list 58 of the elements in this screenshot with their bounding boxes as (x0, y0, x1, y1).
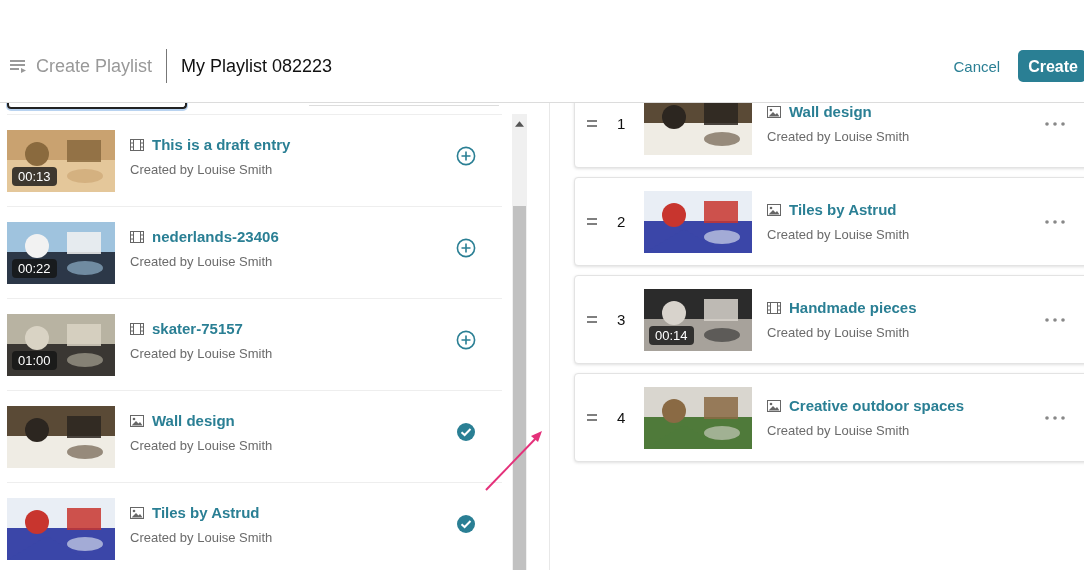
film-icon (130, 230, 144, 243)
add-icon[interactable] (456, 329, 476, 350)
position-number: 3 (617, 311, 627, 328)
entry-title[interactable]: This is a draft entry (152, 136, 291, 153)
drag-handle-icon[interactable] (587, 414, 597, 421)
entry-title[interactable]: Handmade pieces (789, 299, 917, 316)
entry-creator: Created by Louise Smith (130, 254, 274, 269)
image-icon (767, 105, 781, 118)
film-icon (767, 301, 781, 314)
image-icon (130, 414, 144, 427)
duration-badge: 01:00 (12, 350, 57, 370)
image-icon (767, 203, 781, 216)
drag-handle-icon[interactable] (587, 120, 597, 127)
entry-title[interactable]: Wall design (152, 412, 235, 429)
drag-handle-icon[interactable] (587, 218, 597, 225)
scrollbar[interactable] (512, 114, 527, 570)
film-icon (130, 138, 144, 151)
check-icon[interactable] (456, 421, 476, 442)
page-title: Create Playlist (36, 55, 153, 77)
add-icon[interactable] (456, 237, 476, 258)
duration-badge: 00:14 (649, 325, 694, 345)
position-number: 2 (617, 213, 627, 230)
entry-title[interactable]: nederlands-23406 (152, 228, 279, 245)
entry-creator: Created by Louise Smith (130, 346, 273, 361)
image-icon (767, 399, 781, 412)
entry-creator: Created by Louise Smith (767, 423, 911, 438)
entry-creator: Created by Louise Smith (767, 227, 910, 242)
entry-creator: Created by Louise Smith (130, 438, 273, 453)
entry-title[interactable]: skater-75157 (152, 320, 243, 337)
entry-creator: Created by Louise Smith (767, 325, 911, 340)
annotation-arrow (484, 428, 544, 492)
film-icon (130, 322, 144, 335)
search-field[interactable] (7, 103, 187, 109)
more-icon[interactable] (1045, 121, 1065, 126)
add-icon[interactable] (456, 145, 476, 166)
more-icon[interactable] (1045, 415, 1065, 420)
more-icon[interactable] (1045, 219, 1065, 224)
scrollbar-thumb[interactable] (513, 206, 526, 570)
image-icon (130, 506, 144, 519)
playlist-name: My Playlist 082223 (181, 55, 333, 77)
duration-badge: 00:22 (12, 258, 57, 278)
duration-badge: 00:13 (12, 166, 57, 186)
check-icon[interactable] (456, 513, 476, 534)
scroll-up-icon[interactable] (515, 121, 524, 127)
cancel-button[interactable]: Cancel (949, 53, 1005, 79)
entry-title[interactable]: Wall design (789, 103, 872, 120)
entry-creator: Created by Louise Smith (130, 162, 274, 177)
position-number: 4 (617, 409, 627, 426)
entry-creator: Created by Louise Smith (767, 129, 910, 144)
create-button[interactable]: Create (1018, 50, 1084, 82)
entry-title[interactable]: Tiles by Astrud (152, 504, 260, 521)
playlist-icon (9, 59, 27, 73)
entry-title[interactable]: Tiles by Astrud (789, 201, 897, 218)
entry-creator: Created by Louise Smith (130, 530, 273, 545)
entry-title[interactable]: Creative outdoor spaces (789, 397, 965, 414)
more-icon[interactable] (1045, 317, 1065, 322)
position-number: 1 (617, 115, 627, 132)
drag-handle-icon[interactable] (587, 316, 597, 323)
